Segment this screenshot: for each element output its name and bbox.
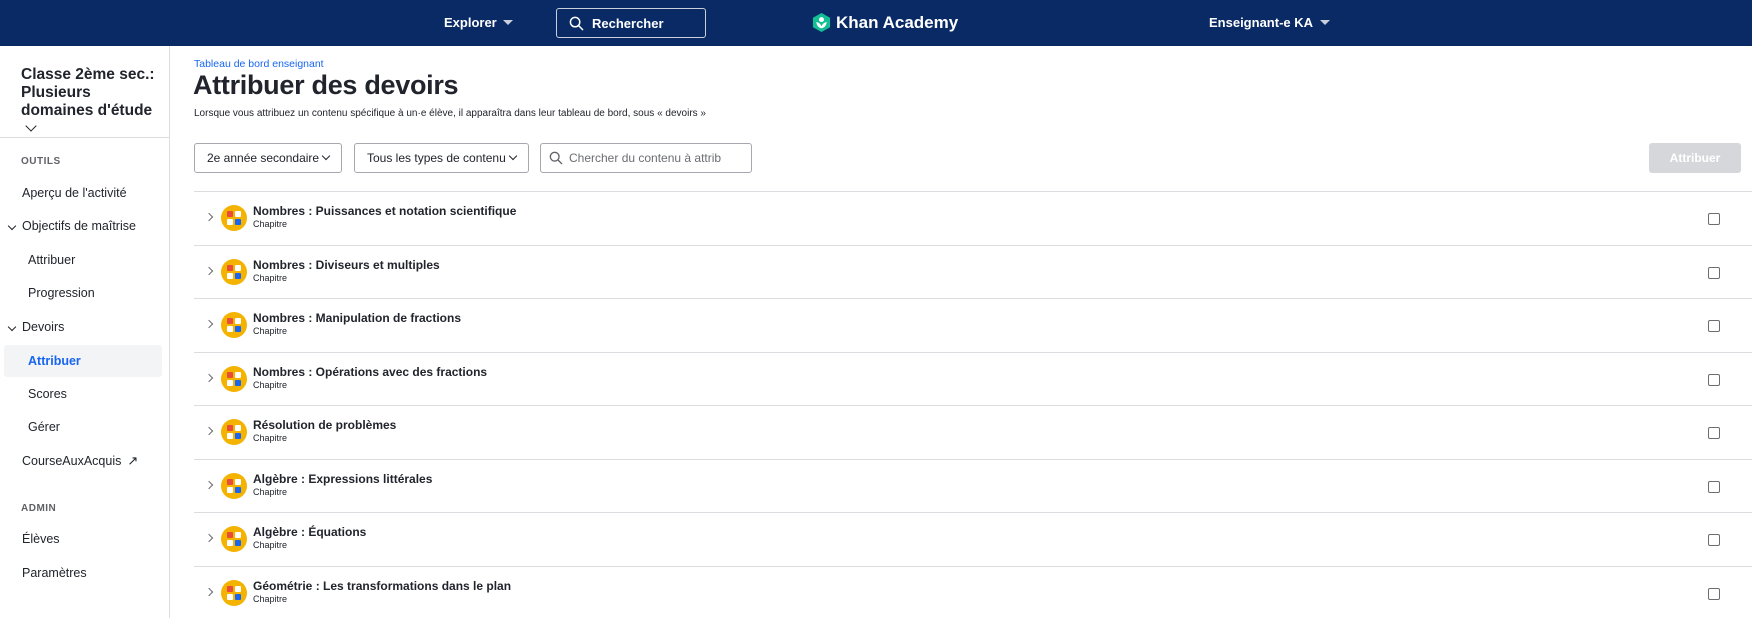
search-icon [549,151,563,165]
unit-icon [221,205,247,231]
content-row[interactable]: Nombres : Puissances et notation scienti… [194,191,1752,245]
select-checkbox[interactable] [1708,266,1720,279]
sidebar-divider [0,137,169,138]
content-type-label: Chapitre [253,219,288,229]
content-title: Géométrie : Les transformations dans le … [253,578,512,593]
sidebar-item-mastery-assign[interactable]: Attribuer [28,253,75,267]
sidebar-item-assignments[interactable]: Devoirs [22,320,64,334]
content-list: Nombres : Puissances et notation scienti… [194,191,1752,618]
chevron-down-icon[interactable] [7,221,17,231]
section-heading-admin: ADMIN [21,503,57,514]
chevron-down-icon [321,151,331,161]
content-row[interactable]: Nombres : Manipulation de fractions Chapi… [194,298,1752,352]
content-type-label: Chapitre [253,486,288,497]
explore-label: Explorer [444,15,497,30]
sidebar-item-students[interactable]: Élèves [22,532,60,546]
sidebar-item-scores[interactable]: Scores [28,387,67,401]
search-icon [569,16,584,30]
content-type-label: Chapitre [253,433,288,443]
grade-filter-dropdown[interactable]: 2e année secondaire [194,143,342,173]
chevron-right-icon[interactable] [204,426,214,436]
unit-icon [221,365,247,392]
content-row[interactable]: Nombres : Diviseurs et multiples Chapitre [194,244,1752,299]
sidebar-item-assignments-assign[interactable]: Attribuer [4,345,162,377]
content-row[interactable]: Nombres : Opérations avec des fractions C… [194,351,1752,406]
content-type-dropdown[interactable]: Tous les types de contenu [354,143,529,173]
khan-academy-leaf-icon [812,13,831,32]
search-button[interactable]: Rechercher [556,8,706,38]
page-subtitle: Lorsque vous attribuez un contenu spécif… [194,108,706,119]
user-name: Enseignant-e KA [1209,15,1314,30]
content-row[interactable]: Algèbre : Expressions littérales Chapitre [194,458,1752,513]
sidebar-item-settings[interactable]: Paramètres [22,566,87,580]
search-label: Rechercher [592,15,664,31]
content-search-field[interactable] [540,143,752,173]
chevron-right-icon[interactable] [204,587,214,596]
unit-icon [221,472,247,499]
chevron-right-icon[interactable] [204,319,214,329]
class-selector[interactable]: Classe 2ème sec.: Plusieurs domaines d'é… [21,66,161,138]
top-navigation-bar: Explorer Rechercher Khan Academy Enseign… [0,0,1752,46]
chevron-down-icon[interactable] [7,322,17,332]
content-row[interactable]: Algèbre : Équations Chapitre [194,512,1752,566]
select-checkbox[interactable] [1708,373,1720,386]
chevron-right-icon[interactable] [204,533,214,543]
external-link-icon: ↗ [127,453,139,468]
khan-academy-logo[interactable]: Khan Academy [812,12,958,33]
content-type-label: Chapitre [253,593,288,604]
sidebar-item-course-challenge[interactable]: CourseAuxAcquis ↗ [22,453,138,469]
content-row[interactable]: Géométrie : Les transformations dans le … [194,565,1752,618]
select-checkbox[interactable] [1708,480,1720,493]
select-checkbox[interactable] [1708,427,1720,439]
content-title: Nombres : Diviseurs et multiples [253,257,440,272]
chevron-right-icon[interactable] [204,212,214,222]
content-type-label: Chapitre [253,540,288,550]
content-title: Nombres : Opérations avec des fractions [253,364,488,379]
user-menu[interactable]: Enseignant-e KA [1209,15,1331,30]
chevron-right-icon[interactable] [204,373,214,382]
grade-filter-value: 2e année secondaire [207,151,320,165]
content-title: Algèbre : Équations [253,525,367,539]
class-name: Classe 2ème sec.: Plusieurs domaines d'é… [21,66,155,119]
section-heading-tools: OUTILS [21,156,61,167]
sidebar-item-activity-overview[interactable]: Aperçu de l'activité [22,186,127,200]
content-type-label: Chapitre [253,272,288,283]
sidebar: Classe 2ème sec.: Plusieurs domaines d'é… [0,46,170,618]
assign-button[interactable]: Attribuer [1649,143,1741,173]
content-type-value: Tous les types de contenu [367,151,506,165]
caret-down-icon [502,20,513,25]
unit-icon [221,526,247,552]
select-checkbox[interactable] [1708,587,1720,600]
unit-icon [221,258,247,285]
content-title: Nombres : Puissances et notation scienti… [253,204,517,218]
content-title: Algèbre : Expressions littérales [253,471,433,486]
explore-menu[interactable]: Explorer [444,15,513,30]
unit-icon [221,312,247,338]
breadcrumb[interactable]: Tableau de bord enseignant [194,58,324,70]
select-checkbox[interactable] [1708,320,1720,332]
sidebar-item-mastery-progress[interactable]: Progression [28,286,95,300]
content-type-label: Chapitre [253,379,288,390]
brand-name: Khan Academy [836,12,959,32]
sidebar-item-manage[interactable]: Gérer [28,420,60,434]
chevron-down-icon [25,120,37,132]
content-type-label: Chapitre [253,326,288,336]
course-challenge-label: CourseAuxAcquis [22,454,122,468]
select-checkbox[interactable] [1708,213,1720,225]
chevron-right-icon[interactable] [204,266,214,275]
select-checkbox[interactable] [1708,534,1720,546]
content-title: Résolution de problèmes [253,418,397,432]
chevron-down-icon [508,151,518,161]
unit-icon [221,579,247,606]
content-search-input[interactable] [569,151,749,165]
content-title: Nombres : Manipulation de fractions [253,311,462,325]
chevron-right-icon[interactable] [204,480,214,489]
caret-down-icon [1320,20,1331,25]
page-title: Attribuer des devoirs [193,70,459,100]
main-content: Tableau de bord enseignant Attribuer des… [171,46,1752,618]
unit-icon [221,419,247,445]
sidebar-item-mastery-goals[interactable]: Objectifs de maîtrise [22,219,136,233]
content-row[interactable]: Résolution de problèmes Chapitre [194,405,1752,459]
